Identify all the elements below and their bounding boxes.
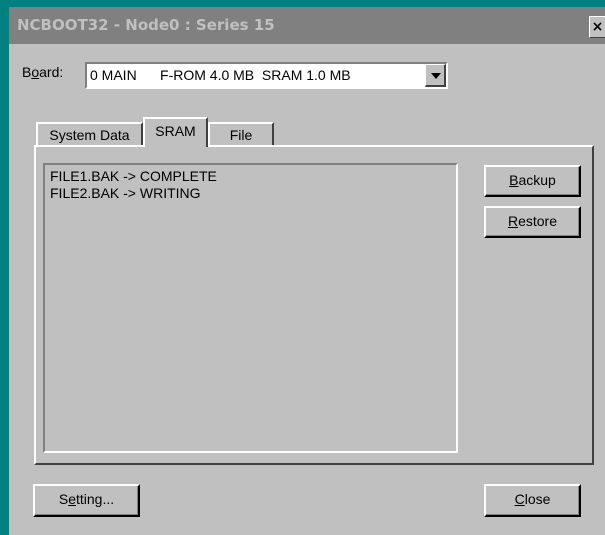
board-label: Board: [22, 64, 64, 80]
restore-button[interactable]: Restore [484, 206, 581, 238]
tab-system-data[interactable]: System Data [36, 122, 143, 146]
window-frame-left [0, 0, 9, 535]
backup-button[interactable]: Backup [484, 165, 581, 197]
list-item: FILE2.BAK -> WRITING [50, 185, 201, 201]
window-title: NCBOOT32 - Node0 : Series 15 [17, 16, 275, 34]
close-icon: × [591, 19, 604, 35]
tab-file[interactable]: File [208, 122, 274, 146]
board-dropdown-button[interactable] [425, 64, 446, 87]
board-select[interactable]: 0 MAIN F-ROM 4.0 MB SRAM 1.0 MB [85, 62, 448, 89]
close-window-button[interactable]: × [589, 16, 605, 38]
close-button[interactable]: Close [484, 484, 581, 517]
setting-button[interactable]: Setting... [33, 484, 140, 517]
title-bar[interactable]: NCBOOT32 - Node0 : Series 15 × [9, 7, 605, 44]
window-frame-top [0, 0, 605, 7]
tab-sram[interactable]: SRAM [143, 117, 208, 147]
chevron-down-icon [431, 73, 441, 79]
status-list[interactable]: FILE1.BAK -> COMPLETE FILE2.BAK -> WRITI… [43, 163, 458, 453]
list-item: FILE1.BAK -> COMPLETE [50, 168, 217, 184]
board-select-value: 0 MAIN F-ROM 4.0 MB SRAM 1.0 MB [90, 67, 351, 83]
